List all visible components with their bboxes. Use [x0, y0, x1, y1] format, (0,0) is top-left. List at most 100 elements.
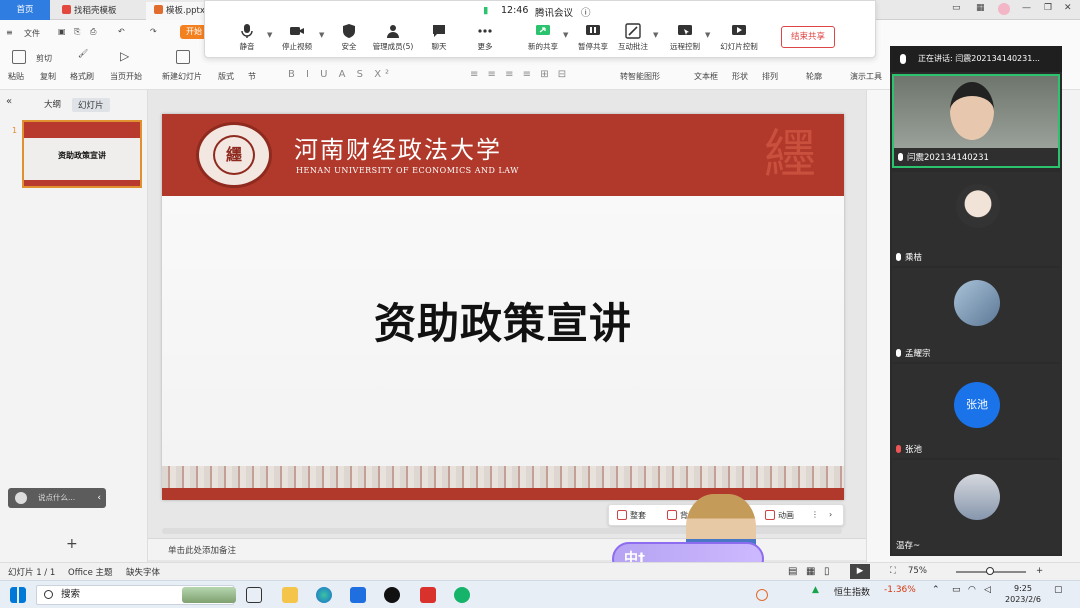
outline-button[interactable]: 轮廓 [806, 71, 822, 82]
tidy-button[interactable]: 整套 [617, 510, 646, 521]
save-icon[interactable]: ▣ [58, 27, 66, 36]
font-format-icons[interactable]: B I U A S X² [288, 69, 393, 80]
chat-button[interactable]: 聊天 [413, 23, 465, 52]
slide-control-button[interactable]: 幻灯片控制 [713, 23, 765, 52]
tab-home[interactable]: 首页 [0, 0, 50, 20]
textbox-button[interactable]: 文本框 [694, 71, 718, 82]
notification-icon[interactable] [756, 589, 768, 601]
paste-icon[interactable] [12, 50, 26, 64]
add-slide-icon[interactable]: + [66, 536, 78, 552]
store-icon[interactable] [350, 587, 366, 603]
restore-icon[interactable]: ❐ [1044, 3, 1052, 13]
tab-file[interactable]: 模板.pptx [146, 2, 206, 20]
annotate-caret-icon[interactable]: ▼ [653, 31, 658, 39]
more-button[interactable]: 更多 [459, 23, 511, 52]
tab-outline[interactable]: 大纲 [44, 98, 61, 110]
close-icon[interactable]: ✕ [1064, 3, 1072, 13]
play-icon[interactable]: ▷ [120, 49, 129, 63]
participant-tile[interactable]: 闫震202134140231 [892, 74, 1060, 168]
chevron-left-icon[interactable]: ‹ [97, 488, 101, 508]
paste-button[interactable]: 粘贴 [8, 71, 24, 82]
sorter-view-icon[interactable]: ▦ [806, 566, 815, 577]
annotate-icon [625, 23, 641, 39]
zoom-level: 75% [908, 566, 927, 576]
slide-title[interactable]: 资助政策宣讲 [162, 290, 844, 351]
annotate-button[interactable]: 互动批注 [607, 23, 659, 52]
new-slide-button[interactable]: 新建幻灯片 [162, 71, 202, 82]
emoji-icon[interactable] [15, 492, 27, 504]
stop-video-button[interactable]: 停止视频 [271, 23, 323, 52]
format-painter-icon[interactable]: 🖌 [78, 49, 88, 58]
wps-icon[interactable] [420, 587, 436, 603]
info-icon[interactable]: ⓘ [581, 5, 591, 19]
normal-view-icon[interactable]: ▤ [788, 566, 797, 577]
smartart-button[interactable]: 转智能图形 [620, 71, 660, 82]
file-menu[interactable]: 文件 [24, 28, 40, 39]
taskbar-clock[interactable]: 9:25 2023/2/6 [998, 583, 1048, 605]
task-view-icon[interactable] [246, 587, 262, 603]
participant-tile[interactable]: 张池 张池 [892, 364, 1060, 458]
avatar[interactable] [998, 3, 1010, 15]
zoom-slider-thumb[interactable] [986, 567, 994, 575]
slide-number: 1 [12, 126, 18, 135]
volume-icon[interactable]: ◁ [984, 585, 991, 595]
missing-font[interactable]: 缺失字体 [126, 566, 160, 578]
tab-slides[interactable]: 幻灯片 [72, 98, 110, 112]
participant-tile[interactable]: 乘桔 [892, 172, 1060, 266]
tab-template[interactable]: 找稻壳模板 [54, 2, 146, 20]
tencent-meeting-icon[interactable] [454, 587, 470, 603]
participant-tile[interactable]: 孟耀宗 [892, 268, 1060, 362]
manage-members-button[interactable]: 管理成员(5) [367, 23, 419, 52]
file-explorer-icon[interactable] [282, 587, 298, 603]
index-name[interactable]: 恒生指数 [834, 585, 870, 598]
chat-input[interactable]: 说点什么... ‹ [8, 488, 106, 508]
print-icon[interactable]: ⎙ [90, 27, 96, 37]
fit-icon[interactable]: ⛶ [890, 566, 896, 576]
animation-button[interactable]: 动画 [765, 510, 794, 521]
from-current-button[interactable]: 当页开始 [110, 71, 142, 82]
participant-face [950, 82, 994, 140]
export-icon[interactable]: ⎘ [74, 27, 80, 37]
mute-button[interactable]: 静音 [221, 23, 273, 52]
minimize-icon[interactable]: — [1022, 3, 1031, 13]
arrange-button[interactable]: 排列 [762, 71, 778, 82]
grid-icon[interactable]: ▦ [976, 3, 985, 13]
remote-control-button[interactable]: 远程控制 [659, 23, 711, 52]
animation-icon [765, 510, 775, 520]
remote-caret-icon[interactable]: ▼ [705, 31, 710, 39]
windows-start-icon[interactable] [10, 587, 26, 603]
redo-icon[interactable]: ↷ [150, 27, 157, 36]
camera-icon [290, 27, 304, 35]
chevron-right-icon[interactable]: › [829, 510, 832, 519]
section-button[interactable]: 节 [248, 71, 256, 82]
play-slideshow-icon[interactable]: ▶ [850, 564, 870, 579]
shape-button[interactable]: 形状 [732, 71, 748, 82]
zoom-in-icon[interactable]: + [1036, 566, 1043, 576]
format-painter-button[interactable]: 格式刷 [70, 71, 94, 82]
presentation-tools-button[interactable]: 演示工具 [850, 71, 882, 82]
layout-icon[interactable]: ▭ [952, 3, 961, 13]
wifi-icon[interactable]: ◠ [968, 585, 976, 595]
slide[interactable]: 纆 河南财经政法大学 HENAN UNIVERSITY OF ECONOMICS… [162, 114, 844, 500]
participant-tile[interactable]: 温存~ [892, 460, 1060, 554]
new-slide-icon[interactable] [176, 50, 190, 64]
copy-button[interactable]: 复制 [40, 71, 56, 82]
tidy-icon [617, 510, 627, 520]
menu-icon[interactable]: ≡ [6, 28, 13, 37]
more-tools-icon[interactable]: ⋮ [811, 510, 819, 519]
new-share-button[interactable]: 新的共享 [517, 23, 569, 52]
reading-view-icon[interactable]: ▯ [824, 566, 830, 577]
cut-button[interactable]: 剪切 [36, 53, 52, 64]
qq-icon[interactable] [384, 587, 400, 603]
slide-thumbnail[interactable]: 资助政策宣讲 [22, 120, 142, 188]
action-center-icon[interactable]: ▢ [1054, 585, 1063, 595]
layout-button[interactable]: 版式 [218, 71, 234, 82]
edge-icon[interactable] [316, 587, 332, 603]
participant-name: 乘桔 [896, 251, 922, 263]
paragraph-icons[interactable]: ≡ ≡ ≡ ≡ ⊞ ⊟ [470, 69, 569, 80]
end-share-button[interactable]: 结束共享 [781, 26, 835, 48]
chevron-up-icon[interactable]: ⌃ [932, 585, 940, 595]
network-icon[interactable]: ▭ [952, 585, 961, 595]
collapse-pane-icon[interactable]: « [6, 96, 12, 107]
undo-icon[interactable]: ↶ [118, 27, 125, 36]
